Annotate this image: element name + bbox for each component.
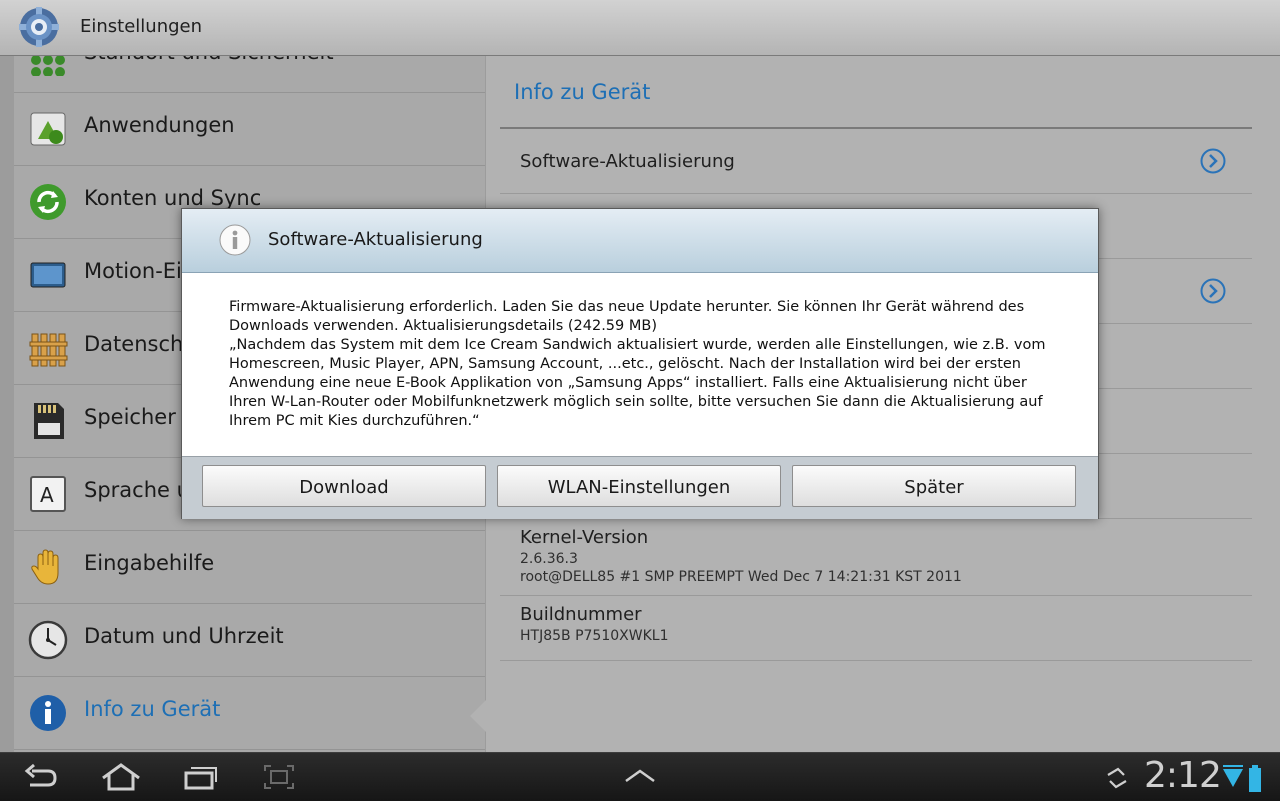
dialog-title: Software-Aktualisierung	[268, 229, 483, 250]
selection-pointer	[470, 700, 486, 732]
sync-status-icon	[1107, 767, 1127, 789]
wlan-settings-button[interactable]: WLAN-Einstellungen	[497, 465, 781, 507]
motion-icon	[30, 262, 66, 288]
hand-icon	[31, 549, 59, 585]
home-icon[interactable]	[99, 761, 143, 793]
dialog-message-paragraph: Firmware-Aktualisierung erforderlich. La…	[229, 299, 1025, 334]
screenshot-icon[interactable]	[262, 761, 296, 793]
battery-icon	[1249, 765, 1261, 792]
settings-item-label: Motion-Ei	[84, 259, 182, 283]
settings-item-accessibility[interactable]: Eingabehilfe	[14, 531, 485, 604]
kernel-version-row: Kernel-Version 2.6.36.3 root@DELL85 #1 S…	[500, 519, 1252, 596]
title-bar: Einstellungen	[0, 0, 1280, 56]
location-security-icon	[31, 56, 65, 76]
build-number-row: Buildnummer HTJ85B P7510XWKL1	[500, 596, 1252, 661]
software-update-label: Software-Aktualisierung	[520, 151, 735, 172]
kernel-version-title: Kernel-Version	[520, 527, 649, 548]
settings-item-date-time[interactable]: Datum und Uhrzeit	[14, 604, 485, 677]
info-icon	[30, 695, 66, 731]
system-bar: 2:12	[0, 752, 1280, 801]
settings-item-label: Info zu Gerät	[84, 697, 221, 721]
dialog-header: Software-Aktualisierung	[182, 209, 1098, 273]
build-number-value: HTJ85B P7510XWKL1	[520, 628, 669, 644]
settings-item-label: Standort und Sicherheit	[84, 56, 334, 64]
detail-header: Info zu Gerät	[514, 80, 651, 104]
settings-item-about-device[interactable]: Info zu Gerät	[14, 677, 485, 750]
dialog-message-paragraph: „Nachdem das System mit dem Ice Cream Sa…	[229, 337, 1046, 429]
svg-text:A: A	[40, 483, 54, 507]
app-title: Einstellungen	[80, 16, 203, 37]
later-button[interactable]: Später	[792, 465, 1076, 507]
build-number-title: Buildnummer	[520, 604, 642, 625]
recent-apps-icon[interactable]	[183, 761, 219, 793]
wifi-signal-icon	[1223, 765, 1243, 787]
settings-item-label: Konten und Sync	[84, 186, 262, 210]
sd-card-icon	[34, 403, 64, 439]
software-update-row[interactable]: Software-Aktualisierung	[500, 129, 1252, 194]
dialog-button-bar: Download WLAN-Einstellungen Später	[182, 456, 1098, 519]
settings-item-applications[interactable]: Anwendungen	[14, 93, 485, 166]
chevron-right-icon	[1200, 148, 1226, 174]
status-clock: 2:12	[1144, 755, 1222, 796]
settings-item-label: Datum und Uhrzeit	[84, 624, 284, 648]
chevron-up-icon[interactable]	[622, 761, 658, 793]
kernel-version-line2: root@DELL85 #1 SMP PREEMPT Wed Dec 7 14:…	[520, 569, 962, 585]
settings-item-label: Sprache u	[84, 478, 190, 502]
settings-item-label: Datenschu	[84, 332, 197, 356]
settings-item-location-security[interactable]: Standort und Sicherheit	[14, 56, 485, 93]
software-update-dialog: Software-Aktualisierung Firmware-Aktuali…	[181, 208, 1099, 519]
settings-item-label: Speicher	[84, 405, 176, 429]
chevron-right-icon	[1200, 278, 1226, 304]
back-icon[interactable]	[22, 761, 60, 793]
settings-item-label: Anwendungen	[84, 113, 235, 137]
applications-icon	[30, 112, 66, 146]
info-icon	[219, 224, 251, 256]
kernel-version-line1: 2.6.36.3	[520, 551, 578, 567]
settings-gear-icon[interactable]	[18, 6, 60, 48]
clock-icon	[28, 620, 68, 660]
settings-item-label: Eingabehilfe	[84, 551, 215, 575]
download-button[interactable]: Download	[202, 465, 486, 507]
privacy-fence-icon	[29, 333, 68, 367]
language-icon: A	[30, 476, 66, 512]
sync-icon	[30, 184, 66, 220]
dialog-message: Firmware-Aktualisierung erforderlich. La…	[229, 298, 1059, 431]
